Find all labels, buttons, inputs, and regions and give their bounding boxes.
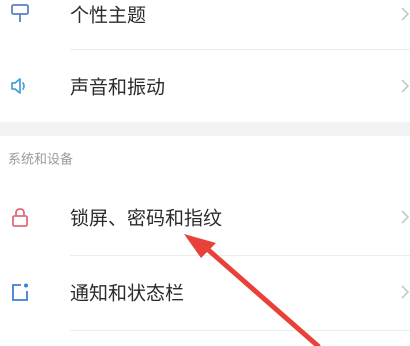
chevron-right-icon xyxy=(401,285,410,299)
settings-item-label: 个性主题 xyxy=(70,4,147,27)
chevron-right-icon xyxy=(401,210,410,224)
section-header-label: 系统和设备 xyxy=(8,152,74,168)
speaker-icon xyxy=(11,78,25,94)
chevron-right-icon xyxy=(401,79,410,93)
settings-item-lock-screen[interactable]: 锁屏、密码和指纹 xyxy=(0,181,410,253)
theme-icon xyxy=(11,4,29,22)
settings-item-label: 锁屏、密码和指纹 xyxy=(70,207,223,230)
chevron-right-icon xyxy=(401,7,410,21)
settings-item-label: 通知和状态栏 xyxy=(70,282,185,305)
divider xyxy=(70,330,410,331)
settings-item-sound[interactable]: 声音和振动 xyxy=(0,50,410,122)
section-separator xyxy=(0,122,410,136)
settings-screen: 个性主题 声音和振动 系统和设备 锁屏、密码和指纹 通知和状态栏 xyxy=(0,0,410,346)
section-header: 系统和设备 xyxy=(0,136,410,180)
settings-item-label: 声音和振动 xyxy=(70,76,166,99)
notification-icon xyxy=(12,283,28,301)
settings-item-notification[interactable]: 通知和状态栏 xyxy=(0,256,410,328)
lock-icon xyxy=(12,208,28,227)
settings-item-theme[interactable]: 个性主题 xyxy=(0,0,410,50)
